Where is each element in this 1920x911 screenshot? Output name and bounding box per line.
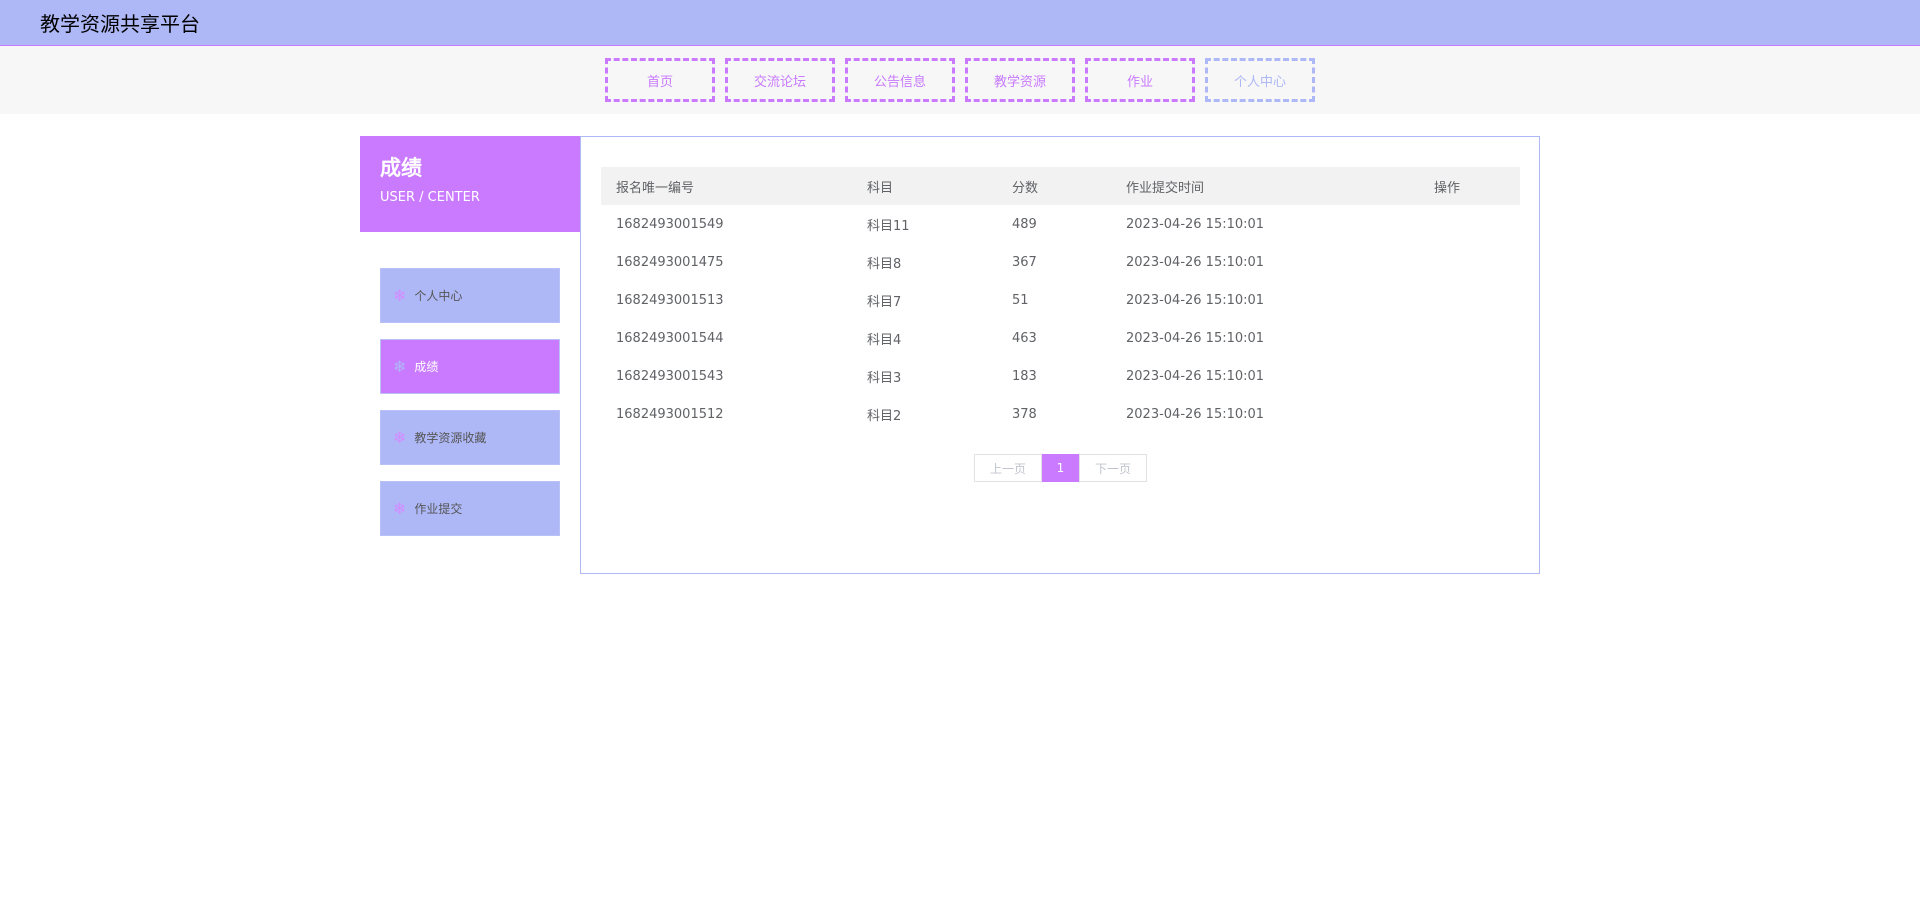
table-row: 1682493001475 科目8 367 2023-04-26 15:10:0… — [601, 243, 1520, 281]
table-row: 1682493001544 科目4 463 2023-04-26 15:10:0… — [601, 319, 1520, 357]
cell-score: 51 — [1012, 292, 1029, 308]
cell-subject: 科目7 — [867, 294, 902, 310]
cell-submit-time: 2023-04-26 15:10:01 — [1126, 254, 1265, 270]
cell-registration-id: 1682493001512 — [616, 406, 724, 422]
cell-subject: 科目2 — [867, 408, 902, 424]
cell-actions — [1419, 205, 1520, 243]
cell-submit-time: 2023-04-26 15:10:01 — [1126, 330, 1265, 346]
cell-actions — [1419, 319, 1520, 357]
table-row: 1682493001513 科目7 51 2023-04-26 15:10:01 — [601, 281, 1520, 319]
cell-score: 463 — [1012, 330, 1037, 346]
cell-score: 183 — [1012, 368, 1037, 384]
site-title: 教学资源共享平台 — [40, 12, 200, 36]
nav-personal-center[interactable]: 个人中心 — [1205, 58, 1315, 102]
sidebar-item-label: 成绩 — [414, 360, 439, 374]
cell-registration-id: 1682493001549 — [616, 216, 724, 232]
sidebar-subtitle: USER / CENTER — [380, 190, 480, 205]
nav-home[interactable]: 首页 — [605, 58, 715, 102]
cell-score: 367 — [1012, 254, 1037, 270]
sidebar-item-label: 作业提交 — [414, 502, 463, 516]
column-header-subject: 科目 — [867, 180, 894, 196]
top-header: 教学资源共享平台 — [0, 0, 1920, 46]
sidebar-item-resource-favorites[interactable]: ❄ 教学资源收藏 — [380, 410, 560, 465]
cell-submit-time: 2023-04-26 15:10:01 — [1126, 216, 1265, 232]
cell-registration-id: 1682493001513 — [616, 292, 724, 308]
cell-registration-id: 1682493001475 — [616, 254, 724, 270]
cell-subject: 科目11 — [867, 218, 910, 234]
nav-homework[interactable]: 作业 — [1085, 58, 1195, 102]
cell-subject: 科目4 — [867, 332, 902, 348]
next-page-button[interactable]: 下一页 — [1079, 454, 1147, 482]
snowflake-icon: ❄ — [393, 357, 407, 376]
cell-submit-time: 2023-04-26 15:10:01 — [1126, 406, 1265, 422]
grades-panel: 报名唯一编号 科目 分数 作业提交时间 操作 1682493001549 科目1… — [580, 136, 1540, 574]
nav-teaching-resources[interactable]: 教学资源 — [965, 58, 1075, 102]
page-number-button[interactable]: 1 — [1042, 454, 1079, 482]
cell-actions — [1419, 357, 1520, 395]
main-nav: 首页 交流论坛 公告信息 教学资源 作业 个人中心 — [0, 46, 1920, 114]
cell-submit-time: 2023-04-26 15:10:01 — [1126, 368, 1265, 384]
cell-registration-id: 1682493001544 — [616, 330, 724, 346]
sidebar-item-homework-submission[interactable]: ❄ 作业提交 — [380, 481, 560, 536]
nav-announcements[interactable]: 公告信息 — [845, 58, 955, 102]
table-header-row: 报名唯一编号 科目 分数 作业提交时间 操作 — [601, 167, 1520, 205]
table-row: 1682493001512 科目2 378 2023-04-26 15:10:0… — [601, 395, 1520, 433]
column-header-actions: 操作 — [1434, 180, 1461, 196]
column-header-score: 分数 — [1012, 180, 1039, 196]
cell-actions — [1419, 395, 1520, 433]
snowflake-icon: ❄ — [393, 428, 407, 447]
sidebar-item-label: 教学资源收藏 — [414, 431, 487, 445]
cell-score: 489 — [1012, 216, 1037, 232]
sidebar-item-grades[interactable]: ❄ 成绩 — [380, 339, 560, 394]
snowflake-icon: ❄ — [393, 499, 407, 518]
pagination: 上一页 1 下一页 — [974, 454, 1147, 482]
table-row: 1682493001543 科目3 183 2023-04-26 15:10:0… — [601, 357, 1520, 395]
sidebar-item-personal-center[interactable]: ❄ 个人中心 — [380, 268, 560, 323]
cell-score: 378 — [1012, 406, 1037, 422]
cell-subject: 科目3 — [867, 370, 902, 386]
table-row: 1682493001549 科目11 489 2023-04-26 15:10:… — [601, 205, 1520, 243]
cell-actions — [1419, 281, 1520, 319]
sidebar-item-label: 个人中心 — [414, 289, 463, 303]
cell-submit-time: 2023-04-26 15:10:01 — [1126, 292, 1265, 308]
cell-actions — [1419, 243, 1520, 281]
sidebar-title: 成绩 — [380, 156, 422, 180]
nav-forum[interactable]: 交流论坛 — [725, 58, 835, 102]
page-body: 成绩 USER / CENTER ❄ 个人中心 ❄ 成绩 ❄ 教学资源收藏 ❄ … — [0, 114, 1920, 911]
snowflake-icon: ❄ — [393, 286, 407, 305]
sidebar-menu: ❄ 个人中心 ❄ 成绩 ❄ 教学资源收藏 ❄ 作业提交 — [380, 268, 560, 552]
prev-page-button[interactable]: 上一页 — [974, 454, 1042, 482]
column-header-registration-id: 报名唯一编号 — [616, 180, 695, 196]
column-header-submit-time: 作业提交时间 — [1126, 180, 1205, 196]
grades-table: 报名唯一编号 科目 分数 作业提交时间 操作 1682493001549 科目1… — [601, 167, 1520, 433]
cell-registration-id: 1682493001543 — [616, 368, 724, 384]
sidebar-header: 成绩 USER / CENTER — [360, 136, 580, 232]
cell-subject: 科目8 — [867, 256, 902, 272]
